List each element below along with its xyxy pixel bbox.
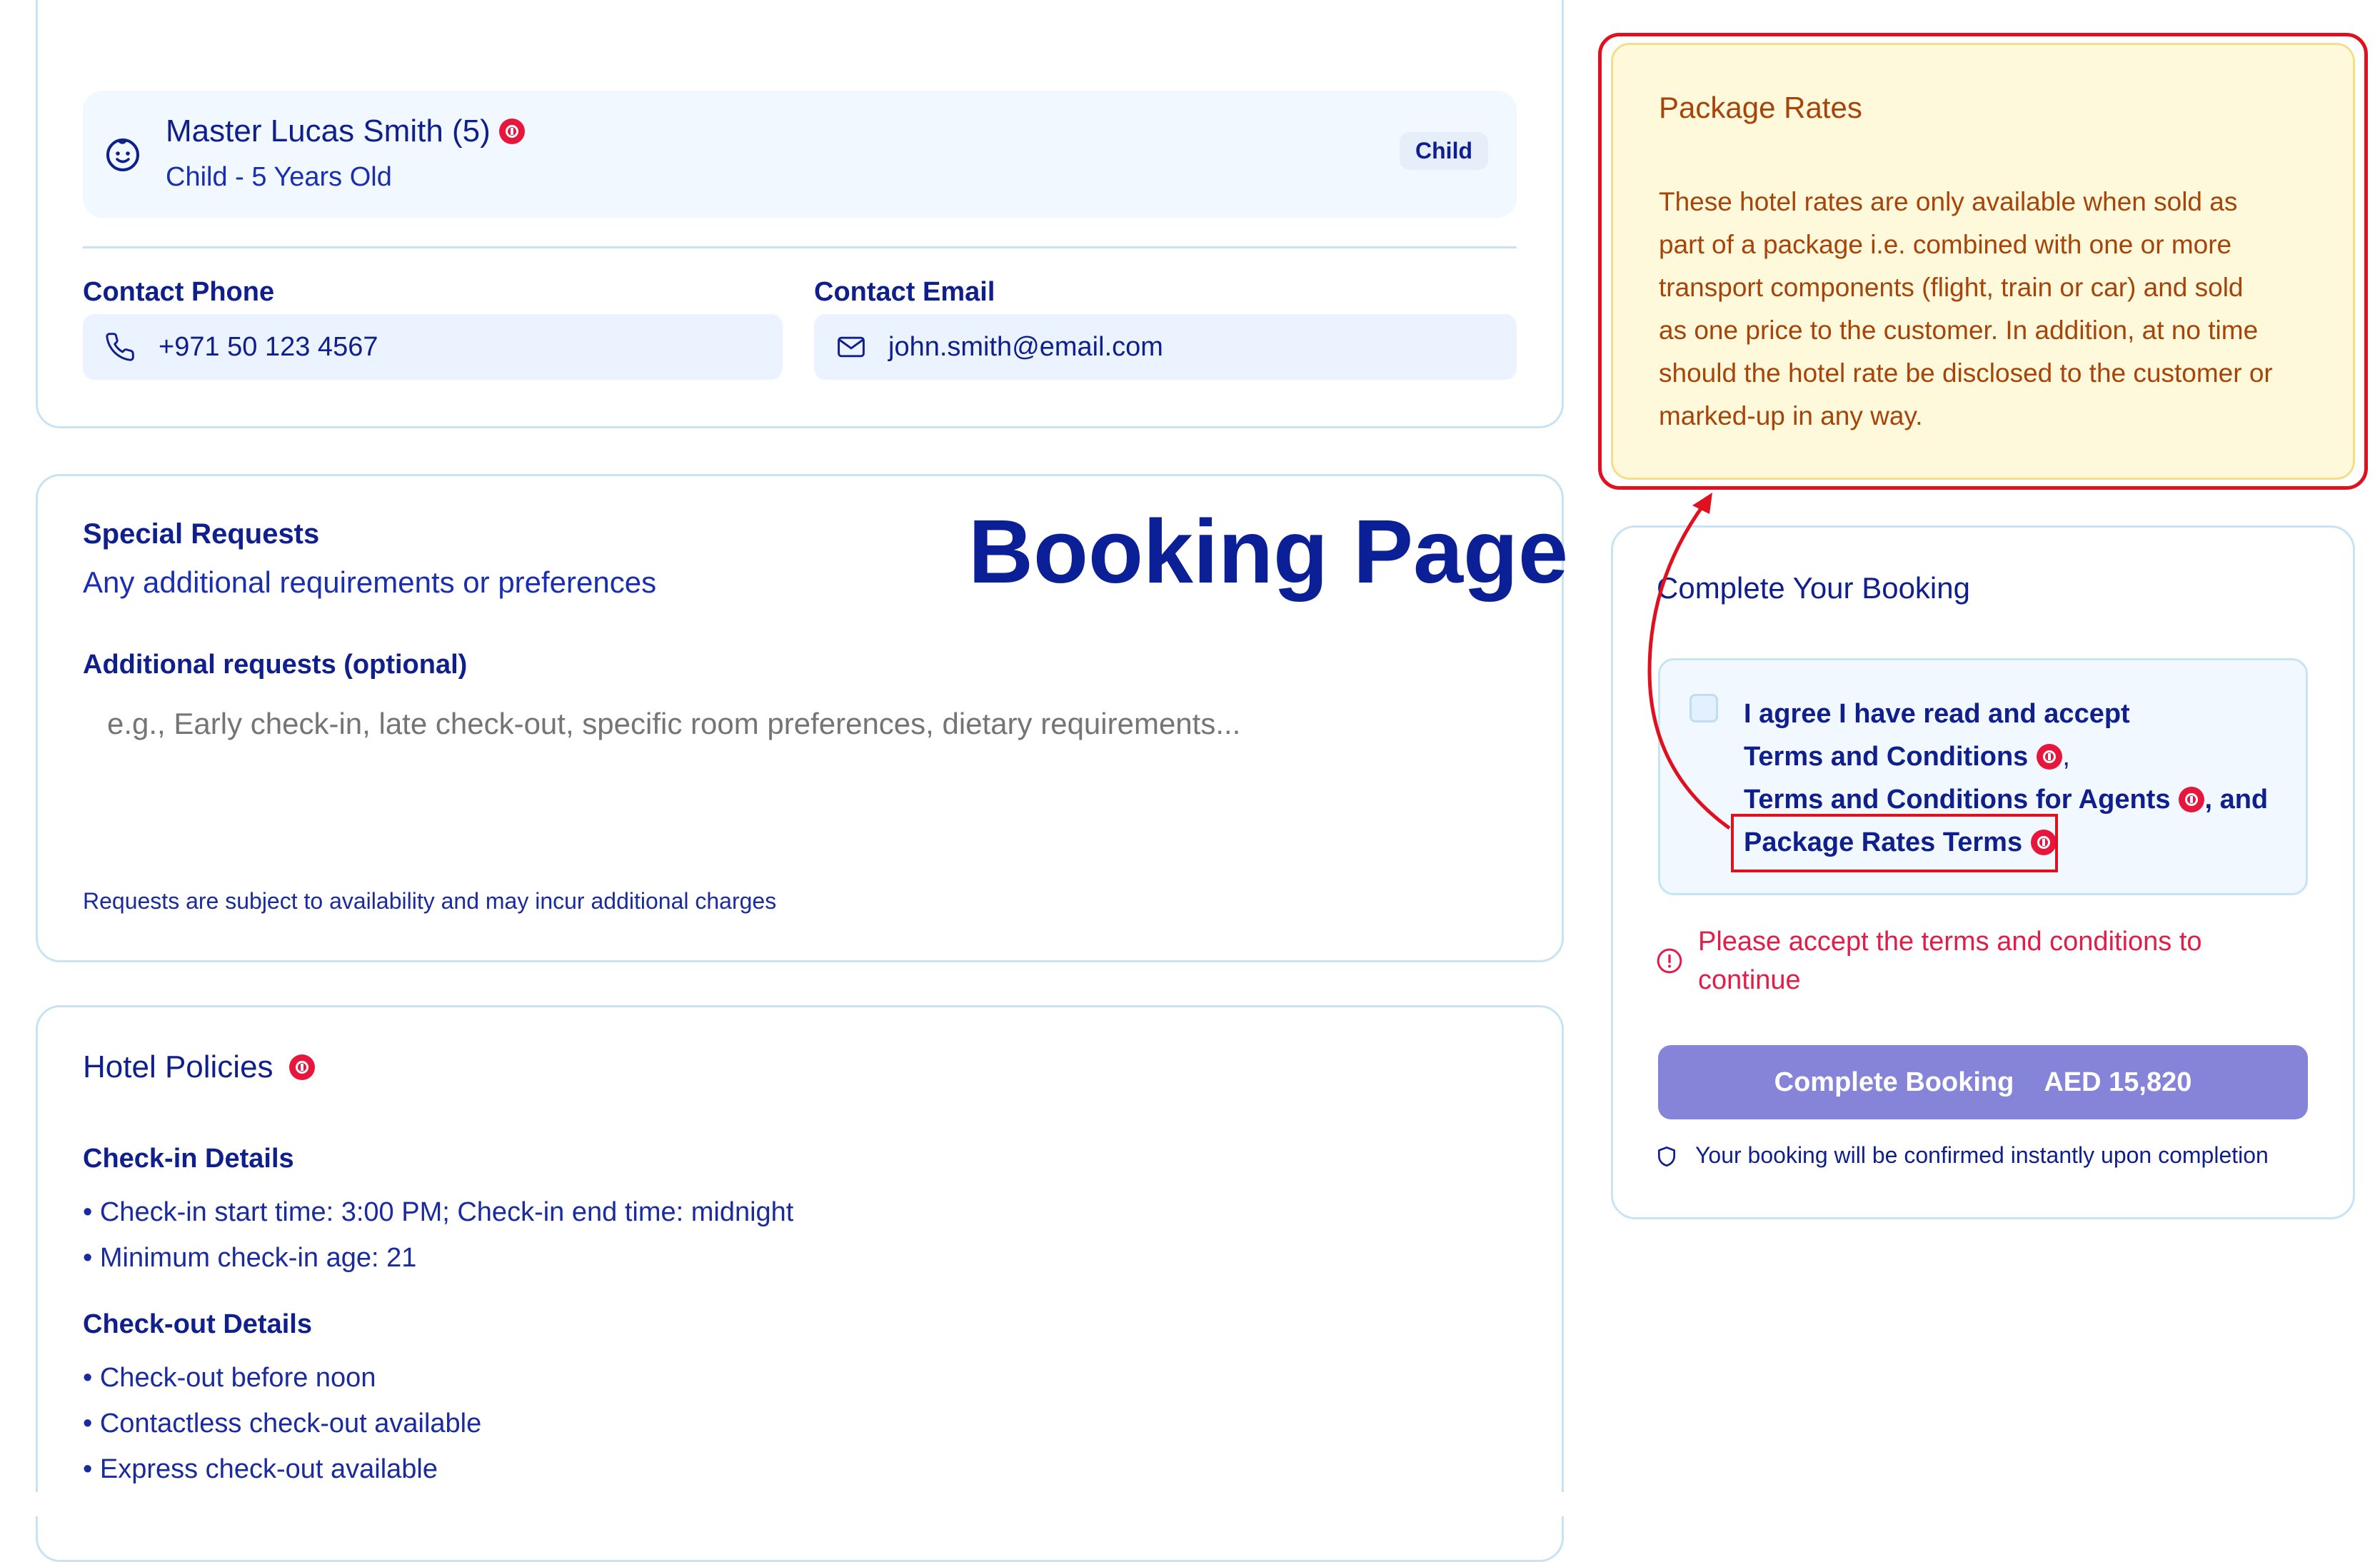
mail-icon xyxy=(835,331,867,363)
complete-booking-label: Complete Booking xyxy=(1774,1067,2014,1097)
contact-email-value: john.smith@email.com xyxy=(888,331,1163,362)
package-rates-title: Package Rates xyxy=(1659,91,1862,124)
viewport-bottom-edge xyxy=(0,1492,1600,1516)
terms-error-message: Please accept the terms and conditions t… xyxy=(1698,927,2202,995)
hotel-policies-info-icon[interactable] xyxy=(288,1054,315,1080)
guest-subtitle: Child - 5 Years Old xyxy=(166,162,392,192)
complete-booking-button[interactable]: Complete Booking AED 15,820 xyxy=(1658,1045,2308,1119)
agents-terms-info-icon[interactable] xyxy=(2179,787,2205,812)
special-requests-title: Special Requests xyxy=(83,518,320,550)
page-heading: Booking Page xyxy=(968,501,1569,602)
guest-type-badge: Child xyxy=(1400,132,1488,170)
list-item: • Minimum check-in age: 21 xyxy=(83,1243,417,1273)
special-requests-subtitle: Any additional requirements or preferenc… xyxy=(83,565,657,599)
error-icon xyxy=(1655,947,1684,979)
divider xyxy=(83,246,1517,248)
checkin-title: Check-in Details xyxy=(83,1144,294,1174)
contact-phone-label: Contact Phone xyxy=(83,277,275,307)
guest-info-icon[interactable] xyxy=(498,119,525,144)
contact-email-label: Contact Email xyxy=(814,277,995,307)
complete-booking-price: AED 15,820 xyxy=(2044,1067,2192,1097)
shield-icon xyxy=(1655,1145,1678,1172)
list-item: • Express check-out available xyxy=(83,1454,438,1484)
list-item: • Check-in start time: 3:00 PM; Check-in… xyxy=(83,1197,794,1227)
agree-text: I agree I have read and accept xyxy=(1744,699,2130,729)
checkout-list: • Check-out before noon • Contactless ch… xyxy=(83,1355,481,1492)
hotel-policies-title: Hotel Policies xyxy=(83,1049,273,1084)
contact-phone-value: +971 50 123 4567 xyxy=(159,331,378,362)
terms-and-conditions-link[interactable]: Terms and Conditions xyxy=(1744,735,2028,778)
package-rates-notice: Package Rates These hotel rates are only… xyxy=(1611,43,2355,480)
contact-phone-field[interactable]: +971 50 123 4567 xyxy=(83,314,783,380)
child-face-icon xyxy=(104,136,141,177)
terms-info-icon[interactable] xyxy=(2037,744,2063,770)
list-item: • Contactless check-out available xyxy=(83,1409,482,1438)
checkout-title: Check-out Details xyxy=(83,1309,312,1339)
additional-requests-label: Additional requests (optional) xyxy=(83,650,468,680)
checkin-list: • Check-in start time: 3:00 PM; Check-in… xyxy=(83,1189,793,1281)
contact-email-field[interactable]: john.smith@email.com xyxy=(814,314,1517,380)
guest-row: Master Lucas Smith (5) Child - 5 Years O… xyxy=(83,91,1517,218)
confirmation-note: Your booking will be confirmed instantly… xyxy=(1695,1142,2269,1168)
list-item: • Check-out before noon xyxy=(83,1363,376,1393)
annotation-arrow xyxy=(1647,493,1731,830)
phone-icon xyxy=(104,331,136,363)
additional-requests-input[interactable] xyxy=(83,707,1511,850)
guest-name: Master Lucas Smith (5) xyxy=(166,114,491,148)
package-rates-body: These hotel rates are only available whe… xyxy=(1659,187,2273,430)
special-requests-note: Requests are subject to availability and… xyxy=(83,888,777,914)
package-terms-annotation-box xyxy=(1731,814,2058,872)
